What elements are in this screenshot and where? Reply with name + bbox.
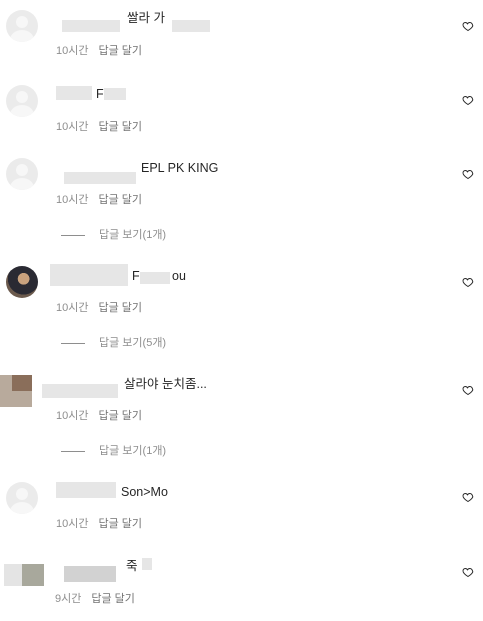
default-avatar-icon[interactable] bbox=[6, 85, 38, 117]
divider bbox=[61, 342, 85, 344]
default-avatar-icon[interactable] bbox=[6, 482, 38, 514]
blurred-username[interactable] bbox=[42, 384, 118, 398]
comment-text: Son>Mo bbox=[121, 485, 168, 499]
comment-meta: 10시간 답글 달기 bbox=[56, 193, 142, 207]
comment-text-suffix: ou bbox=[172, 269, 186, 283]
comment-meta: 9시간 답글 달기 bbox=[55, 592, 135, 606]
comment-time: 10시간 bbox=[56, 410, 89, 422]
comment-text: F bbox=[96, 87, 104, 101]
comment-text: F bbox=[132, 269, 140, 283]
heart-icon[interactable] bbox=[462, 168, 474, 180]
divider bbox=[61, 234, 85, 236]
comment-meta: 10시간 답글 달기 bbox=[56, 120, 142, 134]
reply-button[interactable]: 답글 달기 bbox=[98, 409, 142, 423]
reply-button[interactable]: 답글 달기 bbox=[98, 517, 142, 531]
comment-time: 10시간 bbox=[56, 121, 89, 133]
blurred-username[interactable] bbox=[62, 20, 120, 32]
blurred-username[interactable] bbox=[64, 566, 116, 582]
heart-icon[interactable] bbox=[462, 566, 474, 578]
heart-icon[interactable] bbox=[462, 276, 474, 288]
profile-photo[interactable] bbox=[6, 266, 38, 298]
default-avatar-icon[interactable] bbox=[6, 10, 38, 42]
comment-time: 10시간 bbox=[56, 194, 89, 206]
blurred-username[interactable] bbox=[50, 264, 128, 286]
heart-icon[interactable] bbox=[462, 20, 474, 32]
comment-text: EPL PK KING bbox=[141, 161, 219, 175]
reply-button[interactable]: 답글 달기 bbox=[98, 120, 142, 134]
comment-meta: 10시간 답글 달기 bbox=[56, 409, 142, 423]
reply-button[interactable]: 답글 달기 bbox=[98, 301, 142, 315]
view-replies-label: 답글 보기(5개) bbox=[99, 337, 167, 349]
comment-time: 10시간 bbox=[56, 45, 89, 57]
default-avatar-icon[interactable] bbox=[6, 158, 38, 190]
blurred-username[interactable] bbox=[56, 482, 116, 498]
comment-meta: 10시간 답글 달기 bbox=[56, 301, 142, 315]
view-replies-button[interactable]: 답글 보기(1개) bbox=[61, 444, 166, 458]
reply-button[interactable]: 답글 달기 bbox=[98, 44, 142, 58]
divider bbox=[61, 450, 85, 452]
blurred-text bbox=[172, 20, 210, 32]
reply-button[interactable]: 답글 달기 bbox=[98, 193, 142, 207]
blurred-username[interactable] bbox=[64, 172, 136, 184]
heart-icon[interactable] bbox=[462, 384, 474, 396]
comment-meta: 10시간 답글 달기 bbox=[56, 517, 142, 531]
view-replies-button[interactable]: 답글 보기(1개) bbox=[61, 228, 166, 242]
comment-text: 죽 bbox=[126, 559, 138, 573]
heart-icon[interactable] bbox=[462, 491, 474, 503]
comment-time: 10시간 bbox=[56, 518, 89, 530]
comment-time: 9시간 bbox=[55, 593, 82, 605]
comment-text: 살라야 눈치좀... bbox=[124, 377, 207, 391]
comment-text: 쌀라 가 bbox=[127, 11, 165, 25]
heart-icon[interactable] bbox=[462, 94, 474, 106]
blurred-text bbox=[104, 88, 126, 100]
blurred-profile-photo[interactable] bbox=[0, 375, 32, 407]
comment-time: 10시간 bbox=[56, 302, 89, 314]
blurred-text bbox=[142, 558, 152, 570]
view-replies-label: 답글 보기(1개) bbox=[99, 229, 167, 241]
view-replies-button[interactable]: 답글 보기(5개) bbox=[61, 336, 166, 350]
blurred-text bbox=[140, 272, 170, 284]
comment-meta: 10시간 답글 달기 bbox=[56, 44, 142, 58]
view-replies-label: 답글 보기(1개) bbox=[99, 445, 167, 457]
blurred-profile-photo[interactable] bbox=[4, 564, 44, 586]
blurred-username[interactable] bbox=[56, 86, 92, 100]
reply-button[interactable]: 답글 달기 bbox=[91, 592, 135, 606]
